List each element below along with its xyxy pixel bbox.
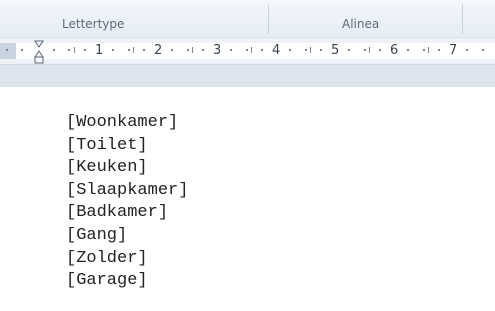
ruler-left-margin <box>0 43 16 59</box>
ribbon-group-separator <box>462 4 463 34</box>
ruler-tick <box>6 49 8 51</box>
ruler-tick <box>128 49 130 51</box>
ruler-half-tick <box>310 47 311 53</box>
ruler-tick <box>187 49 189 51</box>
ruler-tick <box>466 49 468 51</box>
document-line[interactable]: [Keuken] <box>66 157 188 180</box>
ruler-number: 7 <box>449 43 458 58</box>
document-line[interactable]: [Garage] <box>66 270 188 293</box>
ruler-tick <box>348 49 350 51</box>
ruler-half-tick <box>74 47 75 53</box>
ribbon-group-separator <box>268 4 269 34</box>
horizontal-ruler[interactable]: 1 2 3 4 5 6 7 <box>0 38 495 64</box>
ruler-tick <box>21 49 23 51</box>
ruler-number: 1 <box>95 43 104 58</box>
ruler-tick <box>143 49 145 51</box>
document-line[interactable]: [Gang] <box>66 225 188 248</box>
ruler-tick <box>230 49 232 51</box>
ruler-bottom-band <box>0 64 495 87</box>
ruler-text-area <box>16 43 495 59</box>
ruler-half-tick <box>192 47 193 53</box>
ruler-tick <box>423 49 425 51</box>
ruler-tick <box>438 49 440 51</box>
ruler-tick <box>482 49 484 51</box>
ruler-tick <box>261 49 263 51</box>
document-line[interactable]: [Zolder] <box>66 248 188 271</box>
ruler-half-tick <box>369 47 370 53</box>
ruler-tick <box>53 49 55 51</box>
document-line[interactable]: [Toilet] <box>66 135 188 158</box>
ruler-number: 6 <box>390 43 399 58</box>
document-line[interactable]: [Slaapkamer] <box>66 180 188 203</box>
ruler-tick <box>364 49 366 51</box>
ruler-number: 4 <box>272 43 281 58</box>
document-body[interactable]: [Woonkamer] [Toilet] [Keuken] [Slaapkame… <box>66 112 188 293</box>
ribbon-group-label-paragraph[interactable]: Alinea <box>342 17 379 31</box>
ruler-tick <box>379 49 381 51</box>
ruler-tick <box>246 49 248 51</box>
ruler-tick <box>112 49 114 51</box>
document-line[interactable]: [Badkamer] <box>66 202 188 225</box>
ruler-number: 5 <box>331 43 340 58</box>
ruler-number: 2 <box>154 43 163 58</box>
ribbon-group-label-font[interactable]: Lettertype <box>62 17 124 31</box>
ruler-tick <box>407 49 409 51</box>
ribbon: Lettertype Alinea <box>0 0 495 38</box>
ruler-tick <box>84 49 86 51</box>
indent-marker-icon[interactable] <box>34 40 44 64</box>
ruler-tick <box>202 49 204 51</box>
ruler-number: 3 <box>213 43 222 58</box>
ruler-half-tick <box>428 47 429 53</box>
document-line[interactable]: [Woonkamer] <box>66 112 188 135</box>
ruler-tick <box>305 49 307 51</box>
ruler-tick <box>320 49 322 51</box>
ruler-half-tick <box>251 47 252 53</box>
ruler-tick <box>289 49 291 51</box>
ruler-tick <box>68 49 70 51</box>
ruler-half-tick <box>133 47 134 53</box>
ruler-tick <box>171 49 173 51</box>
